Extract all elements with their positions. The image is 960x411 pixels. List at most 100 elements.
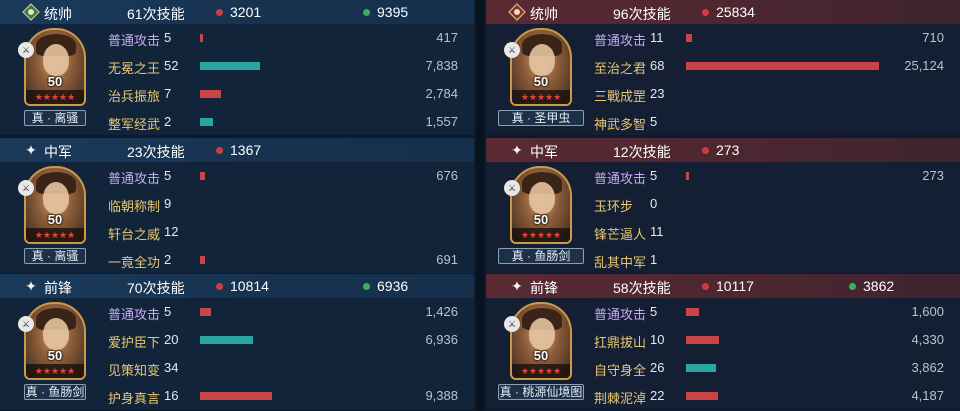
skill-row[interactable]: 自守身全 26 3,862	[594, 358, 944, 378]
block-body: 50 ★★★★★ ⚔ 真 · 桃源仙境图 普通攻击 5 1,600 扛鼎拔山 10 4,330 自守…	[486, 298, 960, 409]
skill-row[interactable]: 神武多智 5	[594, 112, 944, 132]
skill-row[interactable]: 普通攻击 11 710	[594, 28, 944, 48]
skill-row[interactable]: 无冕之王 52 7,838	[108, 56, 458, 76]
skill-name: 三戰成罡	[594, 89, 647, 104]
skill-row[interactable]: 一竟全功 2 691	[108, 250, 458, 270]
rank-label: 前锋	[530, 280, 558, 296]
skill-row[interactable]: 荆棘泥淖 22 4,187	[594, 386, 944, 406]
skill-trigger-count: 23	[650, 86, 665, 101]
skill-name: 自守身全	[594, 363, 647, 378]
skill-value: 7,838	[425, 58, 458, 73]
skill-name: 轩台之威	[108, 227, 161, 242]
general-level: 50	[533, 212, 549, 227]
general-name: 真 · 桃源仙境图	[498, 384, 584, 400]
skill-row[interactable]: 普通攻击 5 1,426	[108, 302, 458, 322]
skill-row[interactable]: 临朝称制 9	[108, 194, 458, 214]
skill-count: 23次技能	[127, 144, 185, 160]
heal-dot-icon	[363, 9, 370, 16]
damage-dot-icon	[702, 9, 709, 16]
general-level: 50	[533, 74, 549, 89]
skill-name: 至治之君	[594, 61, 647, 76]
skill-value-bar	[200, 90, 221, 98]
general-portrait[interactable]: 50 ★★★★★	[24, 302, 86, 380]
skill-row[interactable]: 乱其中军 1	[594, 250, 944, 270]
skill-row[interactable]: 锋芒逼人 11	[594, 222, 944, 242]
skill-row[interactable]: 治兵振旅 7 2,784	[108, 84, 458, 104]
skill-count: 96次技能	[613, 6, 671, 22]
skill-value: 4,187	[911, 388, 944, 403]
skill-row[interactable]: 轩台之威 12	[108, 222, 458, 242]
skill-row[interactable]: 整军经武 2 1,557	[108, 112, 458, 132]
block-body: 50 ★★★★★ ⚔ 真 · 鱼肠剑 普通攻击 5 273 玉环步 0 锋芒逼人 11 乱其中军 1	[486, 162, 960, 273]
skill-name: 无冕之王	[108, 61, 161, 76]
skill-row[interactable]: 三戰成罡 23	[594, 84, 944, 104]
general-portrait[interactable]: 50 ★★★★★	[510, 166, 572, 244]
skill-name: 普通攻击	[108, 171, 161, 186]
skill-row[interactable]: 普通攻击 5 273	[594, 166, 944, 186]
skill-row[interactable]: 见策知变 34	[108, 358, 458, 378]
block-header: ✦ 前锋 70次技能 10814 6936	[0, 274, 474, 298]
unit-type-icon: ⚔	[504, 180, 520, 196]
general-stat-block[interactable]: ✦ 中军 23次技能 1367 50 ★★★★★ ⚔ 真 · 离骚 普通攻击 5 676 临朝称制 9 轩…	[0, 138, 474, 273]
skill-row[interactable]: 扛鼎拔山 10 4,330	[594, 330, 944, 350]
skill-value: 1,426	[425, 304, 458, 319]
skill-trigger-count: 34	[164, 360, 179, 375]
skill-row[interactable]: 普通攻击 5 417	[108, 28, 458, 48]
skill-row[interactable]: 普通攻击 5 676	[108, 166, 458, 186]
general-stat-block[interactable]: ✦ 前锋 58次技能 10117 3862 50 ★★★★★ ⚔ 真 · 桃源仙境图 普通攻击 5 1…	[486, 274, 960, 409]
skill-name: 护身真言	[108, 391, 161, 406]
portrait-face	[529, 318, 555, 350]
skill-row[interactable]: 护身真言 16 9,388	[108, 386, 458, 406]
general-stars: ★★★★★	[26, 364, 84, 378]
general-portrait[interactable]: 50 ★★★★★	[510, 28, 572, 106]
damage-total: 273	[716, 142, 740, 158]
general-portrait[interactable]: 50 ★★★★★	[510, 302, 572, 380]
skill-name: 普通攻击	[594, 33, 647, 48]
commander-emblem-icon	[508, 3, 526, 21]
skill-name: 神武多智	[594, 117, 647, 132]
rank-label: 统帅	[530, 6, 558, 22]
skill-trigger-count: 11	[650, 30, 664, 45]
skill-name: 临朝称制	[108, 199, 161, 214]
general-stat-block[interactable]: ✦ 前锋 70次技能 10814 6936 50 ★★★★★ ⚔ 真 · 鱼肠剑 普通攻击 5 1,4…	[0, 274, 474, 409]
skill-value-bar	[686, 336, 719, 344]
player-team-panel: 统帅 61次技能 3201 9395 50 ★★★★★ ⚔ 真 · 离骚 普通攻击 5 417 无冕之…	[0, 0, 474, 411]
skill-name: 锋芒逼人	[594, 227, 647, 242]
skill-value-bar	[686, 34, 692, 42]
general-portrait[interactable]: 50 ★★★★★	[24, 166, 86, 244]
commander-emblem-icon	[22, 3, 40, 21]
block-header: ✦ 中军 23次技能 1367	[0, 138, 474, 162]
skill-name: 一竟全功	[108, 255, 161, 270]
skill-value-bar	[200, 336, 253, 344]
star-icon: ✦	[511, 141, 523, 158]
skill-row[interactable]: 至治之君 68 25,124	[594, 56, 944, 76]
skill-count: 70次技能	[127, 280, 185, 296]
skill-trigger-count: 0	[650, 196, 658, 211]
heal-total: 6936	[377, 278, 409, 294]
skill-row[interactable]: 普通攻击 5 1,600	[594, 302, 944, 322]
skill-trigger-count: 20	[164, 332, 179, 347]
skill-trigger-count: 5	[164, 168, 172, 183]
skill-trigger-count: 5	[164, 304, 172, 319]
damage-total: 10117	[716, 278, 754, 294]
portrait-face	[529, 44, 555, 76]
heal-total: 9395	[377, 4, 409, 20]
general-stat-block[interactable]: 统帅 61次技能 3201 9395 50 ★★★★★ ⚔ 真 · 离骚 普通攻击 5 417 无冕之…	[0, 0, 474, 135]
skill-value: 4,330	[911, 332, 944, 347]
panel-divider	[476, 0, 484, 411]
skill-name: 荆棘泥淖	[594, 391, 647, 406]
general-name: 真 · 圣甲虫	[498, 110, 584, 126]
skill-value: 710	[922, 30, 944, 45]
star-icon: ✦	[25, 141, 37, 158]
skill-name: 爱护臣下	[108, 335, 161, 350]
block-header: 统帅 96次技能 25834	[486, 0, 960, 24]
general-stat-block[interactable]: ✦ 中军 12次技能 273 50 ★★★★★ ⚔ 真 · 鱼肠剑 普通攻击 5 273 玉环步 0 锋芒…	[486, 138, 960, 273]
general-portrait[interactable]: 50 ★★★★★	[24, 28, 86, 106]
skill-name: 玉环步	[594, 199, 634, 214]
skill-row[interactable]: 玉环步 0	[594, 194, 944, 214]
skill-row[interactable]: 爱护臣下 20 6,936	[108, 330, 458, 350]
unit-type-icon: ⚔	[18, 316, 34, 332]
general-stat-block[interactable]: 统帅 96次技能 25834 50 ★★★★★ ⚔ 真 · 圣甲虫 普通攻击 11 710 至治之君…	[486, 0, 960, 135]
heal-dot-icon	[849, 283, 856, 290]
skill-value-bar	[200, 118, 213, 126]
